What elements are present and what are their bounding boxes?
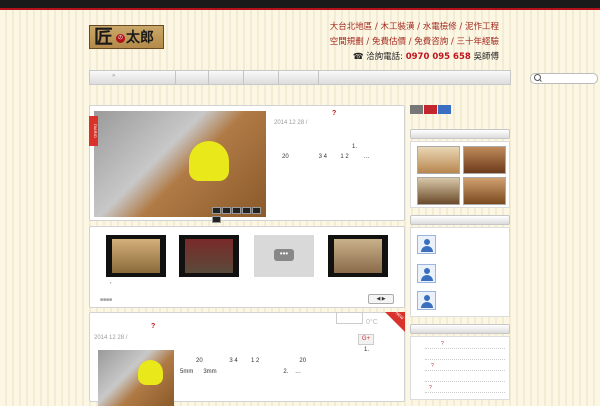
photo-thumb-1[interactable]	[417, 146, 460, 174]
post-1-excerpt-line2: 20 3 4 1 2 …	[282, 154, 370, 160]
widget-list: ? ? ?	[410, 336, 510, 400]
list-item-mark: ?	[431, 363, 434, 369]
nav-item-4[interactable]	[278, 71, 279, 84]
list-item[interactable]	[425, 372, 505, 382]
nav-item-2[interactable]	[208, 71, 209, 84]
phone-label: 洽詢電話:	[366, 52, 404, 62]
search-icon[interactable]	[534, 74, 541, 81]
worker-figure	[189, 141, 229, 181]
gallery-caption: ,	[110, 279, 112, 285]
post-1-ribbon: DIARIO	[89, 116, 98, 146]
logo-mark: の	[116, 34, 125, 43]
list-item[interactable]	[425, 350, 505, 360]
share-button-1[interactable]	[410, 105, 423, 114]
post-2-line3: 5mm 3mm 2. …	[180, 369, 302, 375]
user-avatar-icon[interactable]	[417, 235, 436, 254]
header-tagline-2: 空間規劃 / 免費估價 / 免費咨詢 / 三十年經驗	[329, 37, 499, 47]
user-avatar-icon[interactable]	[417, 291, 436, 310]
post-1-date: 2014 12 28 /	[274, 120, 308, 126]
gallery-thumb-4[interactable]	[328, 235, 388, 277]
post-2-line1: 1.	[364, 347, 370, 353]
gallery-dots: ■■■■	[100, 297, 113, 303]
post-2-ribbon-text: NEW	[394, 310, 405, 321]
widget-users	[410, 227, 510, 317]
post-2-temp: 0°C	[366, 319, 378, 326]
search-input[interactable]	[530, 73, 598, 84]
post-1-title[interactable]: ?	[332, 110, 336, 117]
widget-header-users	[410, 215, 510, 225]
header-tagline-1: 大台北地區 / 木工裝潢 / 水電檢修 / 泥作工程	[329, 22, 499, 32]
more-icon: •••	[274, 249, 294, 261]
list-item[interactable]: ?	[425, 383, 505, 393]
logo-main-char: 匠	[94, 26, 114, 48]
widget-header-list	[410, 324, 510, 334]
gallery-thumb-1[interactable]	[106, 235, 166, 277]
logo-name: 太郎	[126, 30, 154, 46]
slide-dots[interactable]	[212, 207, 266, 225]
google-plus-button[interactable]: G+	[358, 334, 374, 345]
gallery-thumb-more[interactable]: •••	[254, 235, 314, 277]
site-logo[interactable]: 匠 の 太郎	[89, 25, 164, 49]
nav-arrow-icon[interactable]: »	[112, 73, 115, 79]
gallery-nav-arrows[interactable]: ◀ ▶	[368, 294, 394, 304]
share-button-2[interactable]	[424, 105, 437, 114]
worker-figure-small	[138, 360, 163, 385]
post-2-title[interactable]: ?	[151, 323, 155, 330]
phone-contact: 吳師傅	[473, 52, 499, 62]
post-1-thumbnail[interactable]	[94, 111, 266, 223]
photo-thumb-3[interactable]	[417, 177, 460, 205]
post-2-thumbnail[interactable]	[98, 350, 174, 406]
list-item-mark: ?	[441, 341, 444, 347]
widget-header-photos	[410, 129, 510, 139]
share-buttons	[410, 105, 452, 116]
gallery-thumb-2[interactable]	[179, 235, 239, 277]
list-item[interactable]: ?	[425, 361, 505, 371]
photo-thumb-4[interactable]	[463, 177, 506, 205]
post-1-excerpt-line1: 1.	[352, 144, 358, 150]
phone-number[interactable]: 0970 095 658	[406, 52, 471, 62]
photo-thumb-2[interactable]	[463, 146, 506, 174]
post-2-tab	[336, 312, 363, 324]
post-2-date: 2014 12 28 /	[94, 335, 128, 341]
widget-photos	[410, 141, 510, 208]
post-card-2: 0°C NEW ? 2014 12 28 / G+ 1. 20 3 4 1 2 …	[89, 310, 405, 406]
nav-item-5[interactable]	[318, 71, 319, 84]
post-2-line2: 20 3 4 1 2 20	[196, 358, 307, 364]
list-item-mark: ?	[429, 385, 432, 391]
phone-icon: ☎	[352, 52, 367, 62]
post-card-1: DIARIO 2014 12 28 / ? 1. 20 3 4 1 2 …	[89, 105, 405, 223]
share-button-3[interactable]	[438, 105, 451, 114]
list-item[interactable]: ?	[425, 339, 505, 349]
top-bar	[0, 0, 600, 10]
post-2-ribbon: NEW	[385, 310, 405, 332]
header-phone: ☎ 洽詢電話: 0970 095 658 吳師傅	[353, 50, 499, 62]
user-avatar-icon[interactable]	[417, 264, 436, 283]
nav-item-3[interactable]	[243, 71, 244, 84]
gallery-strip: ••• , ■■■■ ◀ ▶	[89, 226, 405, 308]
nav-item-1[interactable]	[175, 71, 176, 84]
main-nav: »	[89, 70, 598, 85]
